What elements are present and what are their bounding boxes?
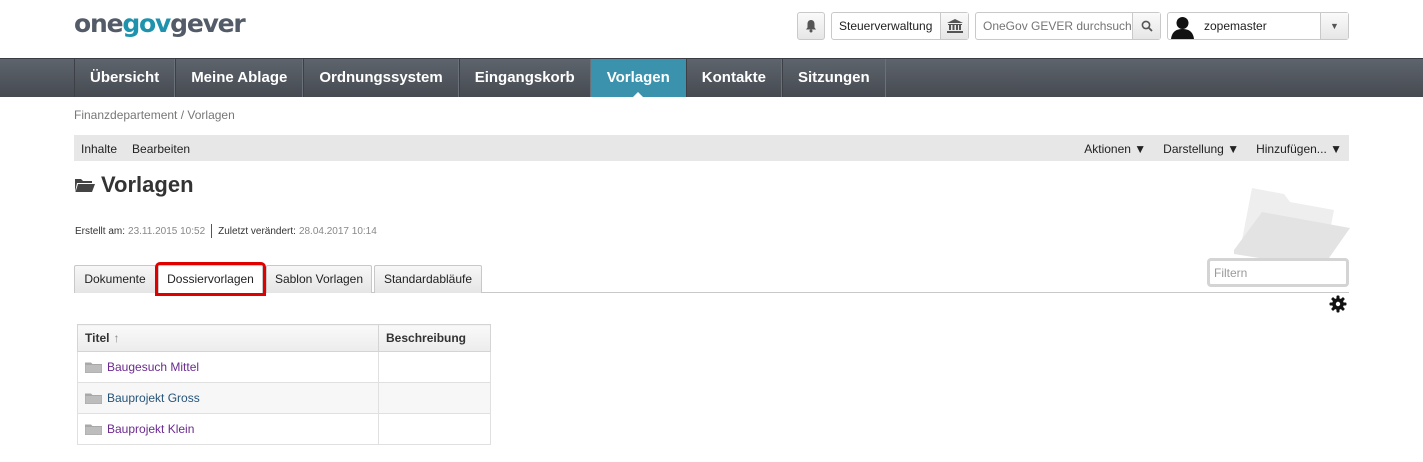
nav-item-vorlagen[interactable]: Vorlagen bbox=[590, 59, 686, 97]
column-header-title[interactable]: Titel ↑ bbox=[77, 324, 379, 352]
folder-open-icon bbox=[75, 179, 95, 192]
table-cell-description bbox=[378, 351, 491, 383]
search-box bbox=[975, 12, 1161, 40]
nav-item-eingangskorb[interactable]: Eingangskorb bbox=[458, 59, 591, 97]
search-input[interactable] bbox=[976, 13, 1132, 39]
main-navigation: Übersicht Meine Ablage Ordnungssystem Ei… bbox=[0, 58, 1423, 97]
user-menu[interactable]: zopemaster ▼ bbox=[1167, 12, 1349, 40]
logo-part-one: one bbox=[74, 9, 124, 38]
table-cell-title: Bauprojekt Klein bbox=[77, 413, 379, 445]
content-toolbar: Inhalte Bearbeiten Aktionen ▼ Darstellun… bbox=[74, 135, 1349, 161]
table-row: Bauprojekt Klein bbox=[77, 413, 491, 445]
org-unit-icon-button[interactable] bbox=[940, 13, 968, 39]
nav-item-meine-ablage[interactable]: Meine Ablage bbox=[175, 59, 304, 97]
sort-ascending-icon: ↑ bbox=[113, 331, 120, 345]
institution-icon bbox=[946, 19, 963, 33]
org-unit-selector[interactable]: Steuerverwaltung bbox=[831, 12, 969, 40]
folder-icon bbox=[85, 362, 102, 373]
breadcrumb[interactable]: Finanzdepartement / Vorlagen bbox=[74, 108, 235, 122]
table-row: Baugesuch Mittel bbox=[77, 351, 491, 383]
header: onegovgever Steuerverwaltung OneGov GEVE… bbox=[0, 0, 1423, 58]
avatar bbox=[1169, 14, 1196, 39]
column-header-description[interactable]: Beschreibung bbox=[378, 324, 491, 352]
page-header: Vorlagen bbox=[75, 172, 194, 198]
modified-value: 28.04.2017 10:14 bbox=[298, 225, 377, 237]
template-link[interactable]: Bauprojekt Gross bbox=[107, 391, 200, 405]
tab-dokumente[interactable]: Dokumente bbox=[74, 265, 156, 293]
folder-icon bbox=[85, 393, 102, 404]
template-link[interactable]: Baugesuch Mittel bbox=[107, 360, 199, 374]
modified-label: Zuletzt verändert: bbox=[218, 225, 296, 237]
tab-dossiervorlagen[interactable]: Dossiervorlagen bbox=[155, 262, 266, 296]
tab-standardablaeufe[interactable]: Standardabläufe bbox=[374, 265, 482, 293]
filter-input[interactable] bbox=[1210, 261, 1346, 284]
logo-part-gever: gever bbox=[170, 9, 246, 38]
org-unit-label: Steuerverwaltung bbox=[839, 19, 933, 33]
folder-icon bbox=[85, 424, 102, 435]
table-cell-title: Baugesuch Mittel bbox=[77, 351, 379, 383]
notifications-button[interactable] bbox=[797, 12, 825, 40]
table-cell-title: Bauprojekt Gross bbox=[77, 382, 379, 414]
document-metadata: Erstellt am: 23.11.2015 10:52 Zuletzt ve… bbox=[75, 224, 377, 238]
table-cell-description bbox=[378, 413, 491, 445]
content-tabs: Dokumente Dossiervorlagen Sablon Vorlage… bbox=[74, 262, 1349, 296]
created-label: Erstellt am: bbox=[75, 225, 126, 237]
actions-menu[interactable]: Aktionen ▼ bbox=[1084, 142, 1146, 156]
filter-box bbox=[1207, 258, 1349, 287]
user-name: zopemaster bbox=[1204, 19, 1267, 33]
toolbar-tab-inhalte[interactable]: Inhalte bbox=[81, 142, 117, 156]
chevron-down-icon[interactable]: ▼ bbox=[1320, 13, 1348, 39]
toolbar-tab-bearbeiten[interactable]: Bearbeiten bbox=[132, 142, 190, 156]
templates-table: Titel ↑ Beschreibung Baugesuch Mittel Bau… bbox=[77, 324, 491, 445]
column-title-label: Titel bbox=[85, 331, 110, 345]
display-menu[interactable]: Darstellung ▼ bbox=[1163, 142, 1239, 156]
search-icon bbox=[1141, 20, 1153, 32]
logo-part-gov: gov bbox=[122, 9, 171, 38]
created-value: 23.11.2015 10:52 bbox=[128, 225, 206, 237]
folder-watermark-icon bbox=[1234, 188, 1350, 268]
logo[interactable]: onegovgever bbox=[74, 8, 246, 40]
search-button[interactable] bbox=[1132, 13, 1160, 39]
tab-sablon-vorlagen[interactable]: Sablon Vorlagen bbox=[266, 265, 372, 293]
page-title: Vorlagen bbox=[101, 172, 194, 197]
table-cell-description bbox=[378, 382, 491, 414]
nav-item-uebersicht[interactable]: Übersicht bbox=[74, 59, 176, 97]
template-link[interactable]: Bauprojekt Klein bbox=[107, 422, 194, 436]
bell-icon bbox=[806, 20, 816, 33]
nav-item-sitzungen[interactable]: Sitzungen bbox=[781, 59, 886, 97]
metadata-divider bbox=[211, 224, 213, 238]
add-menu[interactable]: Hinzufügen... ▼ bbox=[1256, 142, 1342, 156]
nav-item-ordnungssystem[interactable]: Ordnungssystem bbox=[303, 59, 459, 97]
table-row: Bauprojekt Gross bbox=[77, 382, 491, 414]
gear-icon[interactable] bbox=[1329, 295, 1347, 313]
nav-item-kontakte[interactable]: Kontakte bbox=[685, 59, 782, 97]
